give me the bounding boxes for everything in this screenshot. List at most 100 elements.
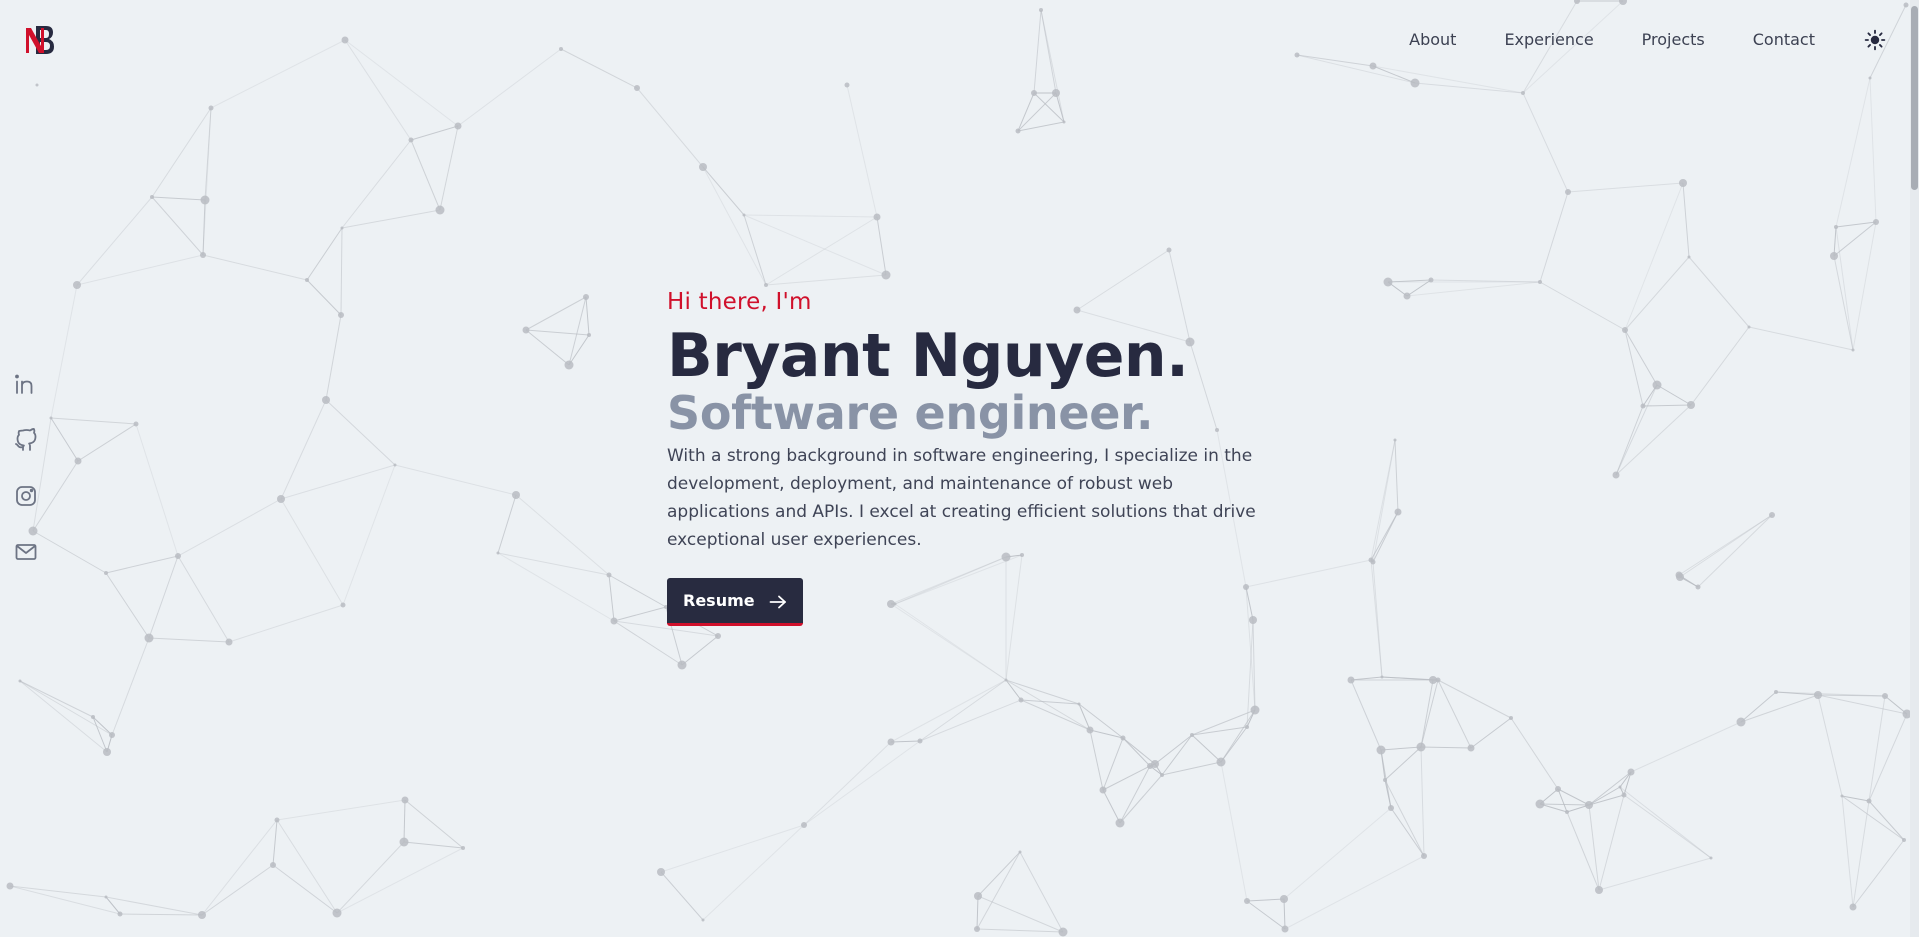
network-line [336, 847, 464, 914]
brand-logo-icon[interactable] [22, 22, 58, 58]
network-node [1416, 742, 1426, 752]
network-node [393, 463, 397, 467]
network-node [341, 36, 349, 44]
network-line [32, 460, 79, 532]
network-line [560, 48, 638, 89]
network-line [1380, 746, 1422, 751]
network-line [1283, 807, 1392, 900]
nav-about[interactable]: About [1409, 28, 1456, 52]
network-node [1421, 853, 1427, 859]
network-node [1868, 76, 1872, 80]
linkedin-icon[interactable] [14, 372, 38, 396]
resume-button[interactable]: Resume [667, 578, 803, 626]
network-node [1851, 348, 1855, 352]
network-node [1585, 801, 1593, 809]
network-line [1470, 717, 1512, 749]
network-node [104, 571, 108, 575]
nav-contact[interactable]: Contact [1753, 28, 1815, 52]
network-node [1736, 717, 1746, 727]
network-line [1017, 92, 1035, 132]
network-line [1372, 439, 1396, 563]
network-node [1376, 745, 1386, 755]
network-node [1394, 508, 1402, 516]
network-node [1509, 716, 1513, 720]
network-line [410, 125, 459, 141]
network-node [340, 602, 346, 608]
network-line [702, 166, 767, 286]
network-line [1394, 439, 1399, 513]
network-line [1539, 191, 1569, 283]
network-line [1191, 726, 1248, 736]
network-line [276, 799, 406, 821]
network-node [1612, 471, 1620, 479]
network-line [76, 196, 153, 286]
network-node [873, 213, 881, 221]
network-node [1099, 786, 1107, 794]
network-line [135, 423, 179, 557]
network-line [1557, 788, 1590, 806]
network-line [1619, 786, 1712, 859]
network-line [1370, 511, 1399, 561]
network-line [1588, 786, 1621, 806]
network-line [344, 39, 412, 141]
network-node [657, 868, 665, 876]
network-line [660, 871, 704, 921]
network-line [1630, 721, 1742, 773]
network-node [1840, 794, 1844, 798]
network-line [1005, 679, 1022, 701]
network-node [1281, 925, 1289, 933]
network-line [341, 209, 441, 229]
nav-experience[interactable]: Experience [1504, 28, 1593, 52]
network-node [208, 105, 214, 111]
scrollbar-thumb[interactable] [1911, 6, 1918, 190]
network-node [1058, 927, 1068, 937]
network-line [151, 107, 212, 198]
network-node [1403, 292, 1411, 300]
network-line [280, 498, 344, 606]
network-node [559, 47, 563, 51]
network-node [742, 213, 746, 217]
social-links [14, 372, 38, 596]
network-node [1618, 785, 1622, 789]
network-line [272, 864, 338, 914]
network-line [765, 216, 878, 286]
email-icon[interactable] [14, 540, 38, 564]
network-line [568, 334, 590, 366]
network-node [6, 882, 14, 890]
network-line [336, 841, 405, 914]
network-node [35, 83, 39, 87]
network-node [1393, 438, 1397, 442]
network-line [76, 254, 204, 286]
nav-projects[interactable]: Projects [1642, 28, 1705, 52]
network-line [1284, 855, 1425, 930]
network-line [325, 314, 342, 401]
arrow-right-icon [769, 594, 787, 608]
network-line [1623, 794, 1712, 859]
github-icon[interactable] [14, 428, 38, 452]
network-line [1868, 800, 1905, 841]
main-nav: About Experience Projects Contact [1409, 28, 1887, 52]
network-node [1294, 52, 1300, 58]
network-line [1191, 734, 1222, 763]
network-node [1435, 677, 1441, 683]
network-line [1420, 679, 1434, 748]
network-line [525, 296, 587, 331]
network-line [394, 464, 517, 496]
network-line [1437, 679, 1472, 749]
network-line [1384, 746, 1422, 781]
network-line [1420, 679, 1439, 748]
network-line [1833, 226, 1837, 257]
page-scrollbar[interactable] [1910, 0, 1919, 937]
network-node [1216, 757, 1226, 767]
network-node [1535, 799, 1545, 809]
network-node [887, 738, 895, 746]
network-line [497, 552, 615, 622]
page: About Experience Projects Contact Hi the… [0, 0, 1919, 937]
network-line [1588, 794, 1625, 806]
instagram-icon[interactable] [14, 484, 38, 508]
network-node [496, 551, 500, 555]
network-line [342, 464, 396, 606]
network-node [974, 926, 980, 932]
network-line [976, 928, 1064, 933]
sun-icon[interactable] [1863, 28, 1887, 52]
